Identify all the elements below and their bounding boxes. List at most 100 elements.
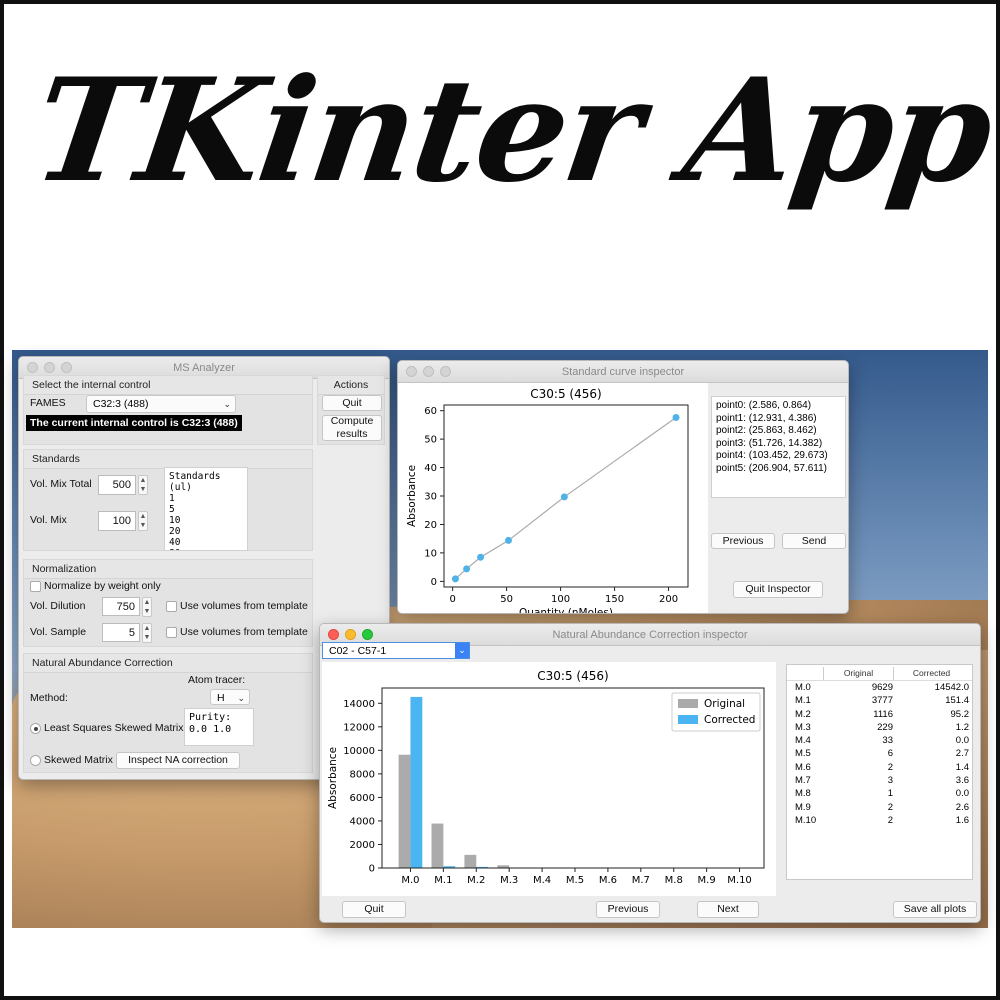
y-tick-label: 30 — [424, 492, 437, 503]
atom-tracer-select[interactable]: H ⌄ — [210, 689, 250, 705]
standards-list[interactable]: Standards (ul) 1 5 10 20 40 80 — [164, 467, 248, 551]
table-row[interactable]: M.3 229 1.2 — [787, 721, 972, 734]
data-point — [451, 575, 459, 583]
table-row[interactable]: M.10 2 1.6 — [787, 814, 972, 827]
zoom-icon[interactable] — [362, 629, 373, 640]
list-item[interactable]: point2: (25.863, 8.462) — [716, 425, 841, 438]
list-item[interactable]: point1: (12.931, 4.386) — [716, 413, 841, 426]
minimize-icon[interactable] — [345, 629, 356, 640]
table-cell: 1.6 — [955, 814, 969, 826]
fames-select[interactable]: C32:3 (488) ⌄ — [86, 395, 236, 413]
minimize-icon[interactable] — [423, 366, 434, 377]
table-row[interactable]: M.8 1 0.0 — [787, 787, 972, 800]
send-button[interactable]: Send — [782, 533, 846, 549]
table-row[interactable]: M.0 9629 14542.0 — [787, 681, 972, 694]
vol-sample-stepper[interactable]: ▲ ▼ — [142, 623, 152, 643]
compute-results-button[interactable]: Compute results — [322, 415, 382, 441]
points-list[interactable]: point0: (2.586, 0.864) point1: (12.931, … — [711, 396, 846, 498]
std-plot-area: C30:5 (456) 0 50 100 150 200 0 10 20 30 40 50 60 Quan… — [398, 383, 708, 613]
least-squares-radio[interactable] — [30, 723, 41, 734]
standards-group: Standards Vol. Mix Total 500 ▲ ▼ Vol. Mix… — [23, 449, 313, 551]
sample-select[interactable]: C02 - C57-1 ⌄ — [322, 642, 470, 659]
table-cell: 2 — [887, 761, 893, 773]
vol-mix-total-stepper[interactable]: ▲ ▼ — [138, 475, 148, 495]
data-point — [504, 536, 512, 544]
list-item[interactable]: 20 — [169, 526, 243, 537]
list-item[interactable]: point4: (103.452, 29.673) — [716, 450, 841, 463]
previous-button[interactable]: Previous — [596, 901, 660, 918]
y-axis-label: Absorbance — [327, 747, 339, 809]
x-tick-label: 200 — [659, 594, 678, 605]
table-cell: 0.0 — [955, 735, 969, 747]
purity-label: Purity: — [189, 712, 232, 723]
table-row[interactable]: M.6 2 1.4 — [787, 761, 972, 774]
close-icon[interactable] — [406, 366, 417, 377]
na-table: Original Corrected M.0 9629 14542.0 M.1 3777… — [786, 664, 973, 880]
std-inspector-titlebar[interactable]: Standard curve inspector — [398, 361, 848, 383]
y-tick-label: 6000 — [350, 793, 375, 804]
next-button[interactable]: Next — [697, 901, 759, 918]
data-point — [463, 565, 471, 573]
zoom-icon[interactable] — [440, 366, 451, 377]
table-cell: M.8 — [795, 788, 811, 800]
use-template-dilution-label: Use volumes from template — [180, 600, 308, 612]
vol-dilution-label: Vol. Dilution — [30, 600, 86, 612]
list-item[interactable]: 80 — [169, 548, 243, 550]
table-cell: 14542.0 — [934, 682, 969, 693]
list-item[interactable]: point5: (206.904, 57.611) — [716, 463, 841, 476]
table-cell: 0.0 — [955, 788, 969, 800]
table-cell: 33 — [882, 735, 893, 747]
vol-sample-input[interactable]: 5 — [102, 623, 140, 642]
list-item[interactable]: 5 — [169, 504, 243, 515]
list-item[interactable]: 10 — [169, 515, 243, 526]
close-icon[interactable] — [27, 362, 38, 373]
use-template-sample-checkbox[interactable] — [166, 627, 177, 638]
bar-original — [431, 823, 444, 868]
atom-tracer-label: Atom tracer: — [188, 674, 246, 686]
vol-dilution-input[interactable]: 750 — [102, 597, 140, 616]
x-tick-label: M.3 — [500, 875, 518, 886]
standards-list-header: Standards (ul) — [169, 471, 221, 493]
vol-mix-total-input[interactable]: 500 — [98, 475, 136, 495]
table-row[interactable]: M.2 1116 95.2 — [787, 708, 972, 721]
minimize-icon[interactable] — [44, 362, 55, 373]
table-cell: M.0 — [795, 682, 811, 693]
table-row[interactable]: M.5 6 2.7 — [787, 747, 972, 760]
table-row[interactable]: M.9 2 2.6 — [787, 801, 972, 814]
vol-sample-label: Vol. Sample — [30, 626, 87, 638]
y-tick-label: 14000 — [343, 699, 375, 710]
chevron-down-icon: ⌄ — [237, 693, 245, 703]
purity-box[interactable]: Purity: 0.0 1.0 — [184, 708, 254, 746]
table-cell: M.4 — [795, 735, 811, 747]
table-row[interactable]: M.4 33 0.0 — [787, 734, 972, 747]
use-template-dilution-checkbox[interactable] — [166, 601, 177, 612]
table-row[interactable]: M.1 3777 151.4 — [787, 694, 972, 707]
list-item[interactable]: point0: (2.586, 0.864) — [716, 400, 841, 413]
close-icon[interactable] — [328, 629, 339, 640]
table-cell: M.2 — [795, 708, 811, 720]
normalization-group: Normalization Normalize by weight only V… — [23, 559, 313, 647]
table-cell: M.6 — [795, 761, 811, 773]
table-row[interactable]: M.7 3 3.6 — [787, 774, 972, 787]
quit-inspector-button[interactable]: Quit Inspector — [733, 581, 823, 598]
list-item[interactable]: 40 — [169, 537, 243, 548]
table-cell: 3 — [887, 775, 893, 787]
save-all-plots-button[interactable]: Save all plots — [893, 901, 977, 918]
skewed-matrix-radio[interactable] — [30, 755, 41, 766]
list-item[interactable]: point3: (51.726, 14.382) — [716, 438, 841, 451]
x-tick-label: M.2 — [467, 875, 485, 886]
chart-title: C30:5 (456) — [537, 669, 608, 683]
vol-mix-stepper[interactable]: ▲ ▼ — [138, 511, 148, 531]
list-item[interactable]: 1 — [169, 493, 243, 504]
inspect-na-button[interactable]: Inspect NA correction — [116, 752, 240, 769]
normalize-weight-checkbox[interactable] — [30, 581, 41, 592]
zoom-icon[interactable] — [61, 362, 72, 373]
quit-button[interactable]: Quit — [342, 901, 406, 918]
quit-button[interactable]: Quit — [322, 395, 382, 411]
group-title: Normalization — [24, 560, 312, 579]
vol-mix-input[interactable]: 100 — [98, 511, 136, 531]
x-tick-label: M.8 — [665, 875, 683, 886]
previous-button[interactable]: Previous — [711, 533, 775, 549]
vol-dilution-stepper[interactable]: ▲ ▼ — [142, 597, 152, 617]
na-correction-group: Natural Abundance Correction Atom tracer… — [23, 653, 313, 773]
